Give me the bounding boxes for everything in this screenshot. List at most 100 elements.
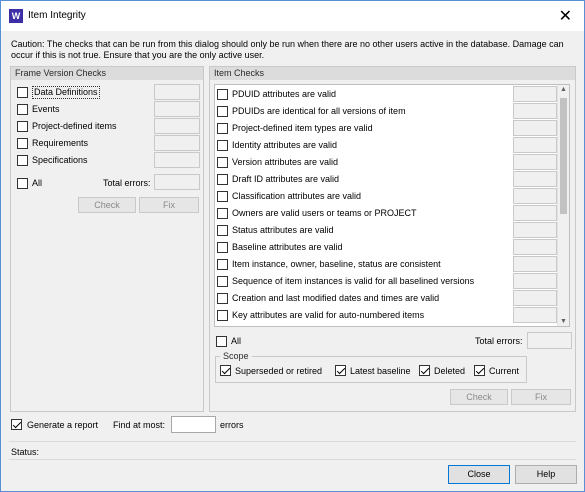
list-scrollbar[interactable]: ▲ ▼: [557, 85, 569, 326]
item-check-label: PDUIDs are identical for all versions of…: [232, 106, 406, 116]
item-check-error-count: [513, 256, 557, 272]
frame-item-label: Events: [32, 104, 60, 114]
frame-check-button[interactable]: Check: [78, 197, 136, 213]
window-title: Item Integrity: [28, 10, 86, 21]
scope-option-label: Deleted: [434, 366, 466, 376]
item-check-checkbox[interactable]: [217, 310, 228, 321]
app-icon: W: [9, 9, 23, 23]
item-check-label: Project-defined item types are valid: [232, 123, 373, 133]
frame-version-checks-header: Frame Version Checks: [11, 67, 203, 80]
items-all-label: All: [231, 336, 242, 346]
scope-option-label: Superseded or retired: [235, 366, 323, 376]
frame-fix-button[interactable]: Fix: [139, 197, 199, 213]
item-check-checkbox[interactable]: [217, 276, 228, 287]
frame-item-error-count: [154, 84, 200, 100]
frame-item-label: Project-defined items: [32, 121, 117, 131]
scope-option-checkbox[interactable]: [474, 365, 485, 376]
item-check-label: Classification attributes are valid: [232, 191, 362, 201]
item-check-error-count: [513, 188, 557, 204]
frame-item-error-count: [154, 101, 200, 117]
scope-option-label: Current: [489, 366, 520, 376]
caution-text: Caution: The checks that can be run from…: [11, 39, 564, 60]
item-check-checkbox[interactable]: [217, 106, 228, 117]
close-icon[interactable]: ✕: [559, 6, 572, 26]
item-check-error-count: [513, 154, 557, 170]
items-check-button[interactable]: Check: [450, 389, 508, 405]
item-check-error-count: [513, 86, 557, 102]
frame-total-errors-label: Total errors:: [103, 178, 151, 188]
find-at-most-label: Find at most:: [113, 420, 166, 430]
item-check-label: Version attributes are valid: [232, 157, 339, 167]
frame-item-error-count: [154, 152, 200, 168]
item-check-error-count: [513, 222, 557, 238]
frame-item-checkbox[interactable]: [17, 104, 28, 115]
item-checks-header: Item Checks: [210, 67, 575, 80]
scope-option-checkbox[interactable]: [419, 365, 430, 376]
item-check-checkbox[interactable]: [217, 89, 228, 100]
item-check-label: Creation and last modified dates and tim…: [232, 293, 440, 303]
item-check-label: PDUID attributes are valid: [232, 89, 337, 99]
generate-report-checkbox[interactable]: [11, 419, 22, 430]
scope-title: Scope: [220, 351, 252, 361]
frame-item-error-count: [154, 118, 200, 134]
frame-total-errors-field: [154, 174, 200, 190]
frame-item-error-count: [154, 135, 200, 151]
item-check-label: Identity attributes are valid: [232, 140, 338, 150]
separator: [9, 441, 576, 442]
item-check-checkbox[interactable]: [217, 191, 228, 202]
scope-option-checkbox[interactable]: [220, 365, 231, 376]
item-check-label: Baseline attributes are valid: [232, 242, 343, 252]
item-check-checkbox[interactable]: [217, 140, 228, 151]
frame-all-checkbox[interactable]: [17, 178, 28, 189]
item-check-label: Owners are valid users or teams or PROJE…: [232, 208, 417, 218]
item-check-error-count: [513, 103, 557, 119]
item-check-error-count: [513, 239, 557, 255]
frame-all-label: All: [32, 178, 43, 188]
frame-item-label: Specifications: [32, 155, 88, 165]
items-fix-button[interactable]: Fix: [511, 389, 571, 405]
item-check-checkbox[interactable]: [217, 157, 228, 168]
frame-item-checkbox[interactable]: [17, 87, 28, 98]
item-check-error-count: [513, 171, 557, 187]
item-check-label: Key attributes are valid for auto-number…: [232, 310, 425, 320]
separator: [9, 459, 576, 460]
item-check-checkbox[interactable]: [217, 225, 228, 236]
item-check-checkbox[interactable]: [217, 293, 228, 304]
find-at-most-input[interactable]: [171, 416, 216, 433]
item-check-checkbox[interactable]: [217, 174, 228, 185]
item-check-checkbox[interactable]: [217, 259, 228, 270]
item-check-error-count: [513, 307, 557, 323]
item-check-label: Item instance, owner, baseline, status a…: [232, 259, 441, 269]
frame-item-checkbox[interactable]: [17, 155, 28, 166]
scroll-up-icon[interactable]: ▲: [560, 86, 567, 93]
frame-item-checkbox[interactable]: [17, 138, 28, 149]
items-all-checkbox[interactable]: [216, 336, 227, 347]
scroll-down-icon[interactable]: ▼: [560, 318, 567, 325]
item-check-checkbox[interactable]: [217, 123, 228, 134]
item-check-checkbox[interactable]: [217, 242, 228, 253]
help-button[interactable]: Help: [515, 465, 577, 484]
item-check-error-count: [513, 137, 557, 153]
frame-item-label: Data Definitions: [32, 86, 100, 99]
frame-item-checkbox[interactable]: [17, 121, 28, 132]
item-check-label: Status attributes are valid: [232, 225, 334, 235]
item-check-error-count: [513, 120, 557, 136]
item-integrity-dialog: W Item Integrity ✕ Caution: The checks t…: [0, 0, 585, 492]
item-check-error-count: [513, 205, 557, 221]
generate-report-label: Generate a report: [27, 420, 99, 430]
item-check-error-count: [513, 273, 557, 289]
scope-option-checkbox[interactable]: [335, 365, 346, 376]
item-check-checkbox[interactable]: [217, 208, 228, 219]
status-label: Status:: [11, 447, 40, 457]
frame-item-label: Requirements: [32, 138, 89, 148]
item-check-label: Sequence of item instances is valid for …: [232, 276, 475, 286]
items-total-errors-field: [527, 332, 572, 349]
item-check-label: Draft ID attributes are valid: [232, 174, 340, 184]
errors-label: errors: [220, 420, 244, 430]
title-bar: W Item Integrity ✕: [1, 1, 584, 31]
scope-option-label: Latest baseline: [350, 366, 411, 376]
item-check-error-count: [513, 290, 557, 306]
close-button[interactable]: Close: [448, 465, 510, 484]
scroll-thumb[interactable]: [560, 98, 567, 214]
items-total-errors-label: Total errors:: [475, 336, 523, 346]
